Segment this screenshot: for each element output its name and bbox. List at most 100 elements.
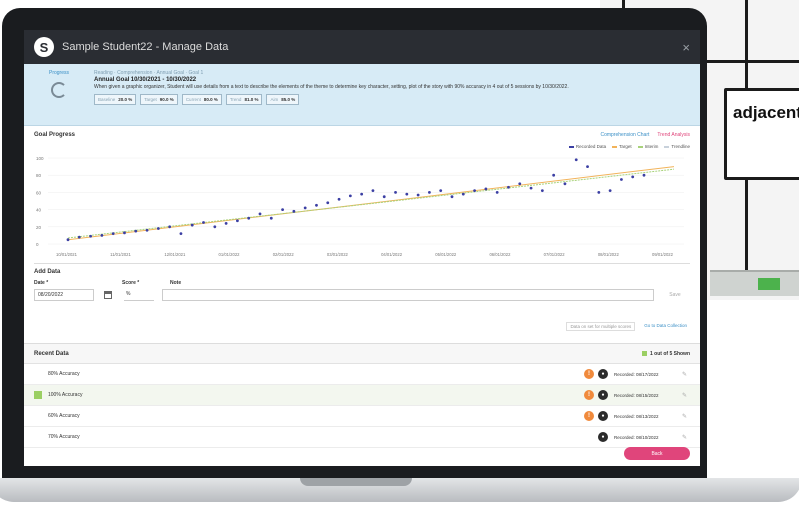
x-tick-label: 08/01/2022: [598, 252, 620, 257]
list-item[interactable]: 80% Accuracy ! ● Recorded: 08/17/2022 ✎: [24, 364, 700, 385]
data-point: [236, 219, 239, 223]
row-icons: ! ●: [584, 369, 608, 379]
data-point: [473, 189, 476, 193]
metric-key: Aim: [270, 97, 279, 102]
comment-icon[interactable]: ●: [598, 432, 608, 442]
tray-green-block: [758, 278, 780, 290]
data-point: [428, 191, 431, 194]
score-field[interactable]: %: [124, 289, 154, 301]
recent-data-header: Recent Data 1 out of 5 Shown: [24, 344, 700, 364]
save-button[interactable]: Save: [660, 289, 690, 301]
edit-icon[interactable]: ✎: [682, 434, 690, 441]
data-point: [507, 185, 510, 189]
goal-description: When given a graphic organizer, Student …: [94, 84, 569, 90]
data-point: [111, 232, 115, 236]
data-point: [529, 186, 533, 190]
row-marker: [34, 433, 42, 441]
data-point: [247, 216, 251, 220]
progress-ring-icon: [51, 82, 67, 98]
data-point: [179, 232, 183, 236]
x-tick-label: 12/01/2021: [164, 252, 186, 257]
data-collection-link[interactable]: Go to Data Collection: [641, 322, 690, 331]
recent-count-text: 1 out of 5 Shown: [650, 350, 690, 357]
data-point: [156, 227, 160, 230]
x-tick-label: 06/01/2022: [489, 252, 511, 257]
edit-icon[interactable]: ✎: [682, 371, 690, 378]
data-point: [213, 225, 217, 229]
data-point: [123, 231, 126, 235]
list-item[interactable]: 60% Accuracy ! ● Recorded: 08/13/2022 ✎: [24, 406, 700, 427]
comprehension-chart-link[interactable]: Comprehension Chart: [600, 132, 649, 138]
calendar-icon[interactable]: [104, 291, 112, 299]
x-tick-label: 09/01/2022: [652, 252, 674, 257]
close-icon[interactable]: ×: [682, 40, 690, 55]
note-field[interactable]: [162, 289, 654, 301]
metric-value: 20.0 %: [118, 97, 133, 102]
goal-progress-indicator: Progress: [34, 70, 84, 98]
data-point: [439, 189, 443, 193]
list-item[interactable]: 70% Accuracy ● Recorded: 08/10/2022 ✎: [24, 427, 700, 448]
comment-icon[interactable]: ●: [598, 411, 608, 421]
row-score: 100% Accuracy: [48, 392, 83, 398]
alert-icon[interactable]: !: [584, 411, 594, 421]
metric-key: Target: [144, 97, 157, 102]
date-field[interactable]: 08/20/2022: [34, 289, 94, 301]
date-label: Date *: [34, 280, 49, 286]
metric-chip: Aim 85.0 %: [266, 94, 300, 105]
data-point: [100, 234, 104, 237]
legend-label: Recorded Data: [575, 144, 607, 149]
poster-line: [700, 60, 799, 63]
row-marker: [34, 370, 42, 378]
row-icons: ! ●: [584, 411, 608, 421]
metric-chip: Current 80.0 %: [181, 94, 222, 105]
title-bar: S Sample Student22 - Manage Data ×: [24, 30, 700, 64]
multiple-scores-link[interactable]: Data on set for multiple scores: [566, 322, 636, 331]
back-button[interactable]: Back: [624, 447, 690, 460]
row-marker: [34, 391, 42, 399]
y-tick-label: 20: [36, 225, 42, 230]
data-point: [89, 234, 92, 238]
score-label: Score *: [122, 280, 140, 286]
data-point: [631, 175, 635, 179]
data-point: [303, 206, 307, 210]
data-point: [563, 182, 567, 186]
data-point: [416, 193, 420, 197]
comment-icon[interactable]: ●: [598, 390, 608, 400]
y-tick-label: 100: [36, 156, 44, 161]
data-point: [574, 158, 578, 162]
footer: Back: [624, 447, 690, 460]
data-point: [292, 209, 296, 213]
data-point: [394, 191, 397, 194]
data-point: [281, 208, 284, 211]
row-recorded: Recorded: 08/17/2022: [614, 371, 659, 377]
data-point: [77, 235, 81, 239]
legend-item: Target: [612, 144, 632, 149]
metric-key: Baseline: [98, 97, 116, 102]
x-tick-label: 11/01/2021: [110, 252, 131, 257]
data-point: [360, 192, 364, 196]
alert-icon[interactable]: !: [584, 369, 594, 379]
edit-icon[interactable]: ✎: [682, 392, 690, 399]
data-point: [224, 221, 228, 225]
trend-analysis-link[interactable]: Trend Analysis: [657, 132, 690, 138]
metric-chip: Target 90.0 %: [140, 94, 178, 105]
y-tick-label: 60: [36, 190, 42, 195]
breadcrumb[interactable]: Reading · Comprehension · Annual Goal · …: [94, 70, 690, 77]
alert-icon[interactable]: !: [584, 390, 594, 400]
progress-label: Progress: [48, 70, 69, 76]
metric-key: Trend: [229, 97, 242, 102]
list-item[interactable]: 100% Accuracy ! ● Recorded: 08/15/2022 ✎: [24, 385, 700, 406]
comment-icon[interactable]: ●: [598, 369, 608, 379]
data-point: [269, 216, 273, 220]
x-tick-label: 03/01/2022: [327, 252, 349, 257]
laptop-notch: [300, 478, 412, 486]
data-point: [348, 194, 352, 198]
goal-banner: Progress Reading · Comprehension · Annua…: [24, 64, 700, 126]
x-tick-label: 02/01/2022: [273, 252, 295, 257]
add-data-section: Add Data Date * Score * Note 08/20/2022 …: [24, 264, 700, 344]
row-score: 80% Accuracy: [48, 371, 80, 377]
goal-progress-links: Comprehension Chart Trend Analysis: [600, 132, 690, 138]
poster-word: adjacent: [733, 103, 799, 122]
x-tick-label: 01/01/2022: [219, 252, 241, 257]
edit-icon[interactable]: ✎: [682, 413, 690, 420]
